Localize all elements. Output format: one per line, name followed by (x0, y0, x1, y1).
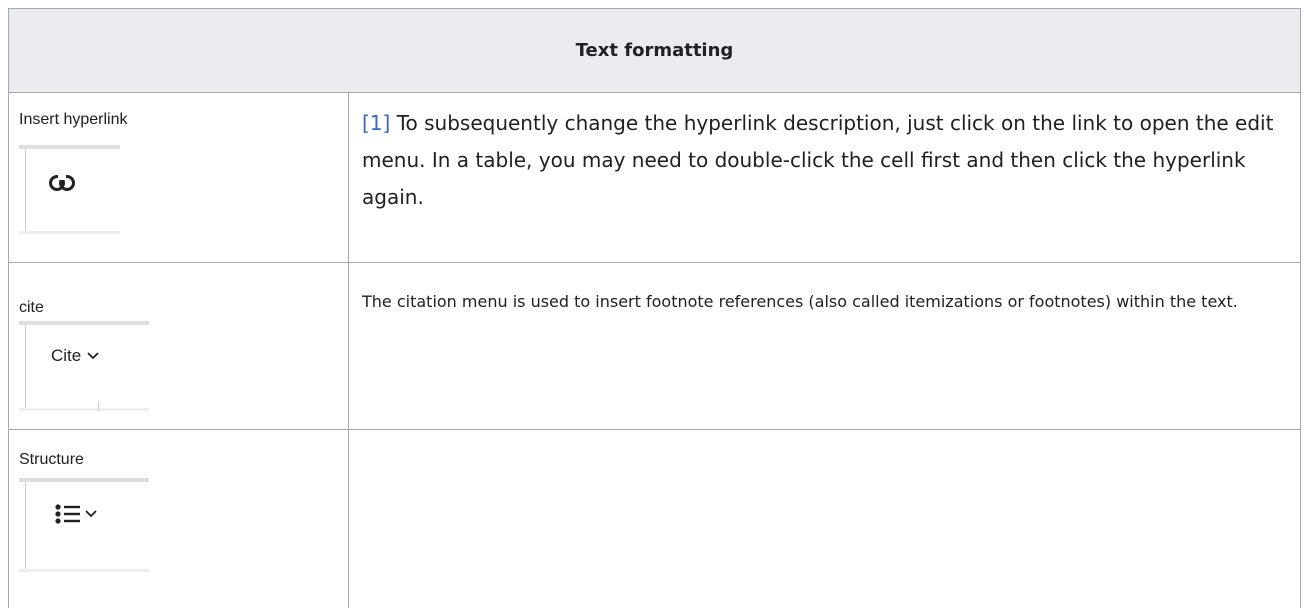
row-description: To subsequently change the hyperlink des… (362, 111, 1274, 209)
row-label: cite (19, 299, 44, 316)
link-icon (49, 173, 75, 193)
cite-dropdown: Cite (51, 346, 99, 366)
reference-link[interactable]: [1] (362, 111, 390, 135)
row-label: Insert hyperlink (19, 111, 128, 128)
text-formatting-table: Text formatting Insert hyperlink [1] To … (8, 8, 1301, 608)
table-row-description-cell: [1] To subsequently change the hyperlink… (349, 105, 1300, 216)
hyperlink-button-screenshot (19, 145, 120, 234)
bulleted-list-icon (55, 503, 99, 525)
cite-button-screenshot: Cite (19, 321, 149, 411)
cite-button-label: Cite (51, 346, 82, 365)
row-description: The citation menu is used to insert foot… (362, 292, 1238, 311)
table-row-label-cell: Insert hyperlink (9, 93, 348, 262)
table-row-label-cell: Structure (9, 430, 348, 610)
table-row-description-cell: The citation menu is used to insert foot… (349, 287, 1300, 316)
chevron-down-icon (87, 352, 99, 360)
row-label: Structure (19, 451, 84, 468)
table-row-label-cell: cite Cite (9, 263, 348, 429)
structure-button-screenshot (19, 478, 149, 572)
table-header: Text formatting (9, 9, 1300, 93)
